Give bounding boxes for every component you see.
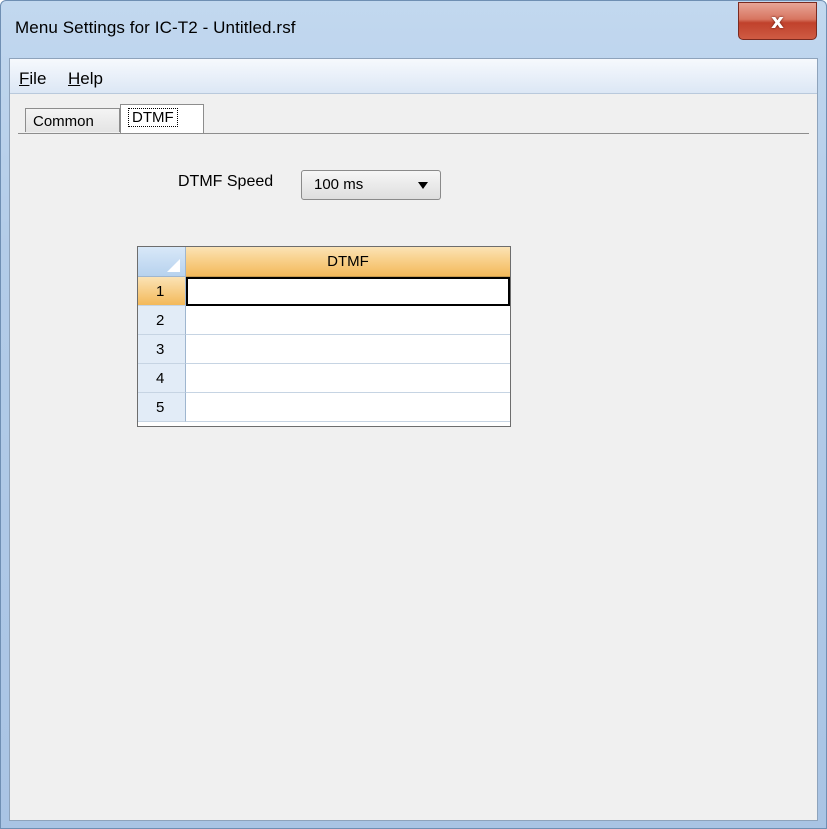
- select-all-triangle-icon: [167, 259, 180, 272]
- chevron-down-icon[interactable]: [418, 182, 428, 189]
- row-header[interactable]: 4: [138, 364, 186, 393]
- dtmf-grid: DTMF 1 2 3 4 5: [137, 246, 511, 427]
- row-header[interactable]: 3: [138, 335, 186, 364]
- tab-common[interactable]: Common: [25, 108, 120, 132]
- dtmf-cell[interactable]: [186, 393, 510, 422]
- row-header[interactable]: 1: [138, 277, 186, 306]
- tab-dtmf-label: DTMF: [128, 108, 178, 127]
- tab-strip: Common DTMF: [10, 94, 817, 134]
- dtmf-cell[interactable]: [186, 335, 510, 364]
- tab-dtmf[interactable]: DTMF: [120, 104, 204, 134]
- grid-column-header-dtmf[interactable]: DTMF: [186, 247, 510, 277]
- table-row: 1: [138, 277, 510, 306]
- row-header[interactable]: 2: [138, 306, 186, 335]
- dtmf-cell[interactable]: [186, 306, 510, 335]
- table-row: 4: [138, 364, 510, 393]
- tab-common-label: Common: [33, 113, 94, 130]
- dtmf-speed-value: 100 ms: [314, 176, 364, 193]
- close-icon: x: [771, 9, 784, 33]
- table-row: 5: [138, 393, 510, 422]
- dtmf-cell[interactable]: [186, 364, 510, 393]
- app-window: Menu Settings for IC-T2 - Untitled.rsf x…: [0, 0, 827, 829]
- menu-help[interactable]: Help: [68, 69, 103, 89]
- window-title: Menu Settings for IC-T2 - Untitled.rsf: [15, 18, 296, 37]
- dtmf-cell[interactable]: [186, 277, 510, 306]
- table-row: 2: [138, 306, 510, 335]
- menu-bar: File Help: [10, 59, 817, 94]
- table-row: 3: [138, 335, 510, 364]
- grid-select-all[interactable]: [138, 247, 186, 277]
- dtmf-speed-select[interactable]: 100 ms: [301, 170, 441, 200]
- menu-file[interactable]: File: [19, 69, 46, 89]
- dtmf-tab-panel: [18, 133, 809, 817]
- close-button[interactable]: x: [738, 2, 817, 40]
- row-header[interactable]: 5: [138, 393, 186, 422]
- client-area: File Help Common DTMF DTMF Speed 100 ms …: [9, 58, 818, 821]
- title-bar[interactable]: Menu Settings for IC-T2 - Untitled.rsf x: [1, 1, 826, 57]
- dtmf-speed-label: DTMF Speed: [178, 173, 274, 190]
